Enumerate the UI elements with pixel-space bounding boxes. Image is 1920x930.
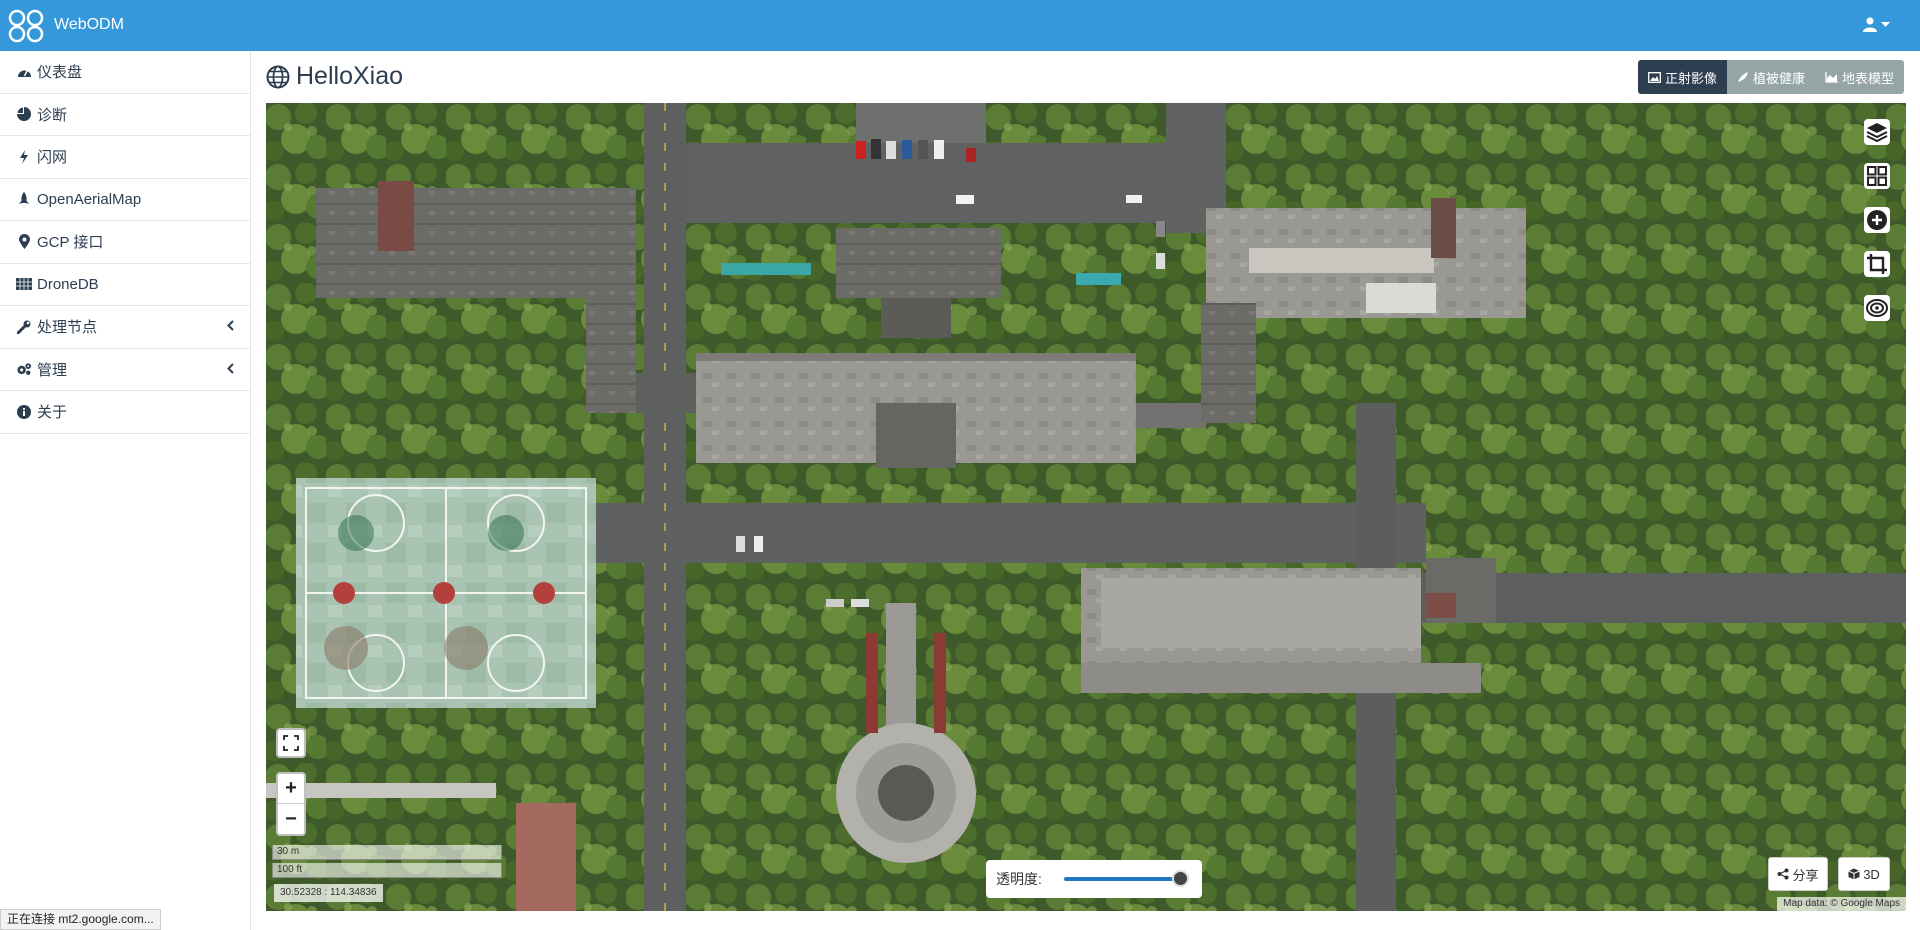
crop-icon: [1864, 251, 1890, 277]
view-switch: 正射影像 植被健康 地表模型: [1638, 60, 1905, 94]
opacity-control: 透明度:: [986, 860, 1202, 898]
user-menu-button[interactable]: [1863, 17, 1890, 32]
sidebar-item-flash[interactable]: 闪网: [0, 136, 250, 179]
page-title-text: HelloXiao: [296, 62, 404, 90]
expand-icon: [283, 735, 299, 751]
grid-icon: [1864, 163, 1890, 189]
opacity-slider-track[interactable]: [1064, 877, 1186, 881]
sidebar-item-label: 仪表盘: [37, 64, 83, 82]
surface-model-button[interactable]: 地表模型: [1815, 60, 1905, 94]
sidebar-item-admin[interactable]: 管理: [0, 349, 250, 391]
plant-health-button[interactable]: 植被健康: [1727, 60, 1816, 94]
coordinates-readout: 30.52328 : 114.34836: [274, 884, 383, 902]
opacity-slider-thumb[interactable]: [1171, 870, 1189, 887]
zoom-control: + −: [276, 772, 306, 836]
caret-down-icon: [1881, 21, 1890, 27]
globe-icon: [266, 65, 290, 88]
scale-bar-metric: 30 m: [272, 845, 502, 860]
sidebar-item-about[interactable]: 关于: [0, 391, 250, 434]
add-layer-button[interactable]: [1862, 205, 1892, 235]
map-marker-icon: [16, 234, 32, 250]
page-title: HelloXiao: [266, 62, 403, 91]
zoom-in-button[interactable]: +: [278, 774, 304, 804]
wrench-icon: [16, 319, 32, 335]
sidebar-item-label: 诊断: [37, 106, 68, 124]
cogs-icon: [16, 361, 32, 377]
dashboard-icon: [16, 64, 32, 80]
fullscreen-button[interactable]: [276, 728, 306, 758]
orthophoto-button[interactable]: 正射影像: [1638, 60, 1728, 94]
webodm-logo-icon[interactable]: [8, 9, 44, 43]
sidebar-item-label: DroneDB: [37, 275, 99, 293]
sidebar-item-processing-nodes[interactable]: 处理节点: [0, 306, 250, 349]
sidebar-item-label: 关于: [37, 404, 68, 422]
orthophoto-image: [266, 103, 1906, 911]
layers-button[interactable]: [1862, 117, 1892, 147]
scale-bar-imperial: 100 ft: [272, 863, 502, 878]
sidebar-item-diagnostics[interactable]: 诊断: [0, 94, 250, 136]
top-navbar: WebODM: [0, 0, 1920, 51]
info-circle-icon: [16, 404, 32, 420]
zoom-out-button[interactable]: −: [278, 804, 304, 834]
rocket-icon: [16, 191, 32, 207]
measure-button[interactable]: [1862, 293, 1892, 323]
grid-button[interactable]: [1862, 161, 1892, 191]
brand-name[interactable]: WebODM: [54, 16, 124, 34]
sidebar-item-label: 闪网: [37, 149, 68, 167]
map-attribution: Map data: © Google Maps: [1777, 897, 1906, 911]
plant-icon: [1738, 72, 1749, 82]
sidebar-item-dronedb[interactable]: DroneDB: [0, 264, 250, 306]
sidebar-item-label: GCP 接口: [37, 234, 104, 252]
eye-icon: [1864, 295, 1890, 321]
sidebar-item-label: 处理节点: [37, 319, 98, 337]
sidebar-item-label: OpenAerialMap: [37, 190, 142, 208]
browser-status-bar: 正在连接 mt2.google.com...: [0, 909, 161, 930]
sidebar: 仪表盘 诊断 闪网 OpenAerialMap GCP 接口 DroneDB 处…: [0, 51, 251, 930]
share-icon: [1777, 868, 1789, 880]
bolt-icon: [16, 149, 32, 165]
chevron-left-icon[interactable]: [227, 362, 234, 377]
opacity-label: 透明度:: [996, 871, 1042, 887]
database-icon: [16, 276, 32, 292]
area-chart-icon: [1825, 71, 1839, 83]
pie-chart-icon: [16, 106, 32, 122]
sidebar-item-label: 管理: [37, 361, 68, 379]
3d-button[interactable]: 3D: [1838, 857, 1890, 891]
share-button[interactable]: 分享: [1768, 857, 1828, 891]
image-icon: [1648, 71, 1661, 83]
plus-circle-icon: [1864, 207, 1890, 233]
sidebar-item-dashboard[interactable]: 仪表盘: [0, 51, 250, 94]
crop-button[interactable]: [1862, 249, 1892, 279]
cube-icon: [1848, 868, 1860, 880]
chevron-left-icon[interactable]: [227, 319, 234, 334]
sidebar-item-openaerialmap[interactable]: OpenAerialMap: [0, 179, 250, 221]
map-view[interactable]: + − 30 m 100 ft 30.52328 : 114.34836 透明度…: [266, 103, 1906, 911]
user-icon: [1863, 17, 1877, 32]
sidebar-item-gcp-interface[interactable]: GCP 接口: [0, 221, 250, 264]
layers-icon: [1864, 119, 1890, 145]
